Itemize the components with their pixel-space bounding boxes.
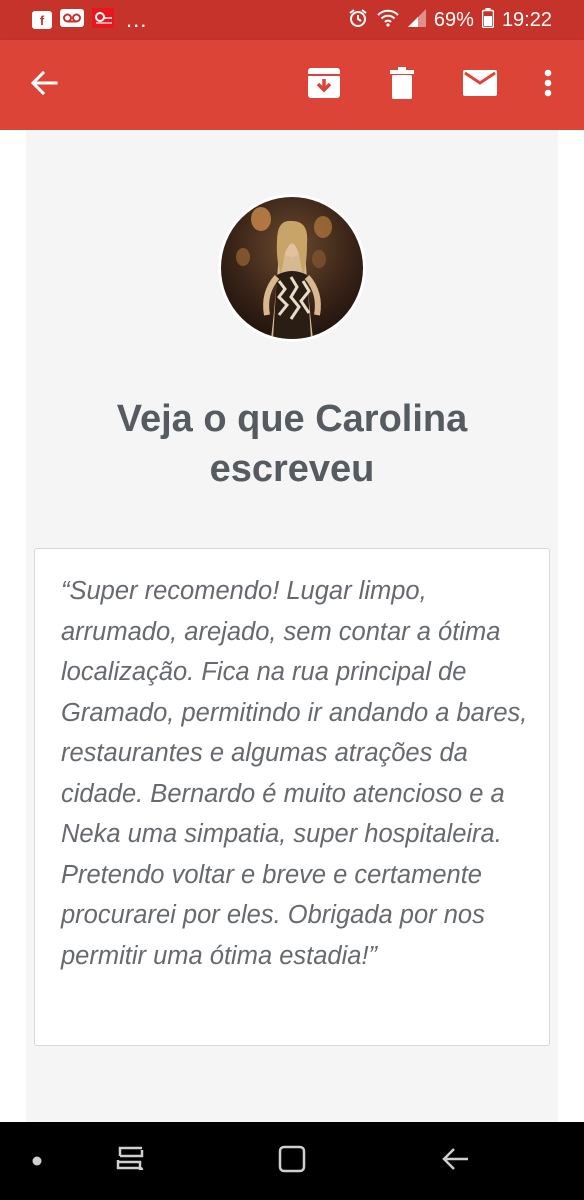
email-body[interactable]: Veja o que Carolina escreveu “Super reco…	[0, 130, 584, 1122]
facebook-icon: f	[32, 11, 52, 29]
home-button[interactable]	[266, 1122, 318, 1200]
home-icon	[278, 1145, 306, 1178]
recent-apps-button[interactable]	[104, 1122, 156, 1200]
more-vert-icon	[544, 69, 552, 102]
back-arrow-icon	[30, 69, 58, 102]
review-quote-text: “Super recomendo! Lugar limpo, arrumado,…	[61, 577, 528, 970]
reviewer-avatar	[218, 194, 366, 342]
back-button[interactable]	[20, 40, 68, 130]
alarm-icon	[348, 8, 368, 33]
app-notification-icon	[92, 7, 114, 33]
archive-icon	[308, 67, 340, 103]
battery-icon	[481, 7, 495, 33]
status-bar: f ... 69% 19:22	[0, 0, 584, 40]
battery-percentage: 69%	[433, 8, 474, 31]
mail-icon	[463, 69, 497, 101]
status-bar-notifications: f ...	[32, 7, 147, 33]
status-overflow: ...	[126, 7, 148, 32]
delete-button[interactable]	[378, 40, 426, 130]
app-bar	[0, 40, 584, 130]
review-quote-box: “Super recomendo! Lugar limpo, arrumado,…	[34, 548, 550, 1046]
delete-icon	[390, 66, 414, 104]
clock: 19:22	[501, 8, 552, 31]
wifi-icon	[376, 8, 400, 33]
back-icon	[442, 1145, 470, 1178]
more-options-button[interactable]	[528, 40, 568, 130]
signal-icon	[407, 8, 426, 32]
dot-indicator-icon	[24, 1122, 50, 1200]
nav-back-button[interactable]	[430, 1122, 482, 1200]
navigation-bar	[0, 1122, 584, 1200]
email-heading: Veja o que Carolina escreveu	[116, 398, 468, 490]
status-bar-system: 69% 19:22	[348, 7, 552, 33]
voicemail-icon	[60, 8, 84, 32]
mark-unread-button[interactable]	[456, 40, 504, 130]
archive-button[interactable]	[300, 40, 348, 130]
recent-apps-icon	[116, 1146, 144, 1177]
